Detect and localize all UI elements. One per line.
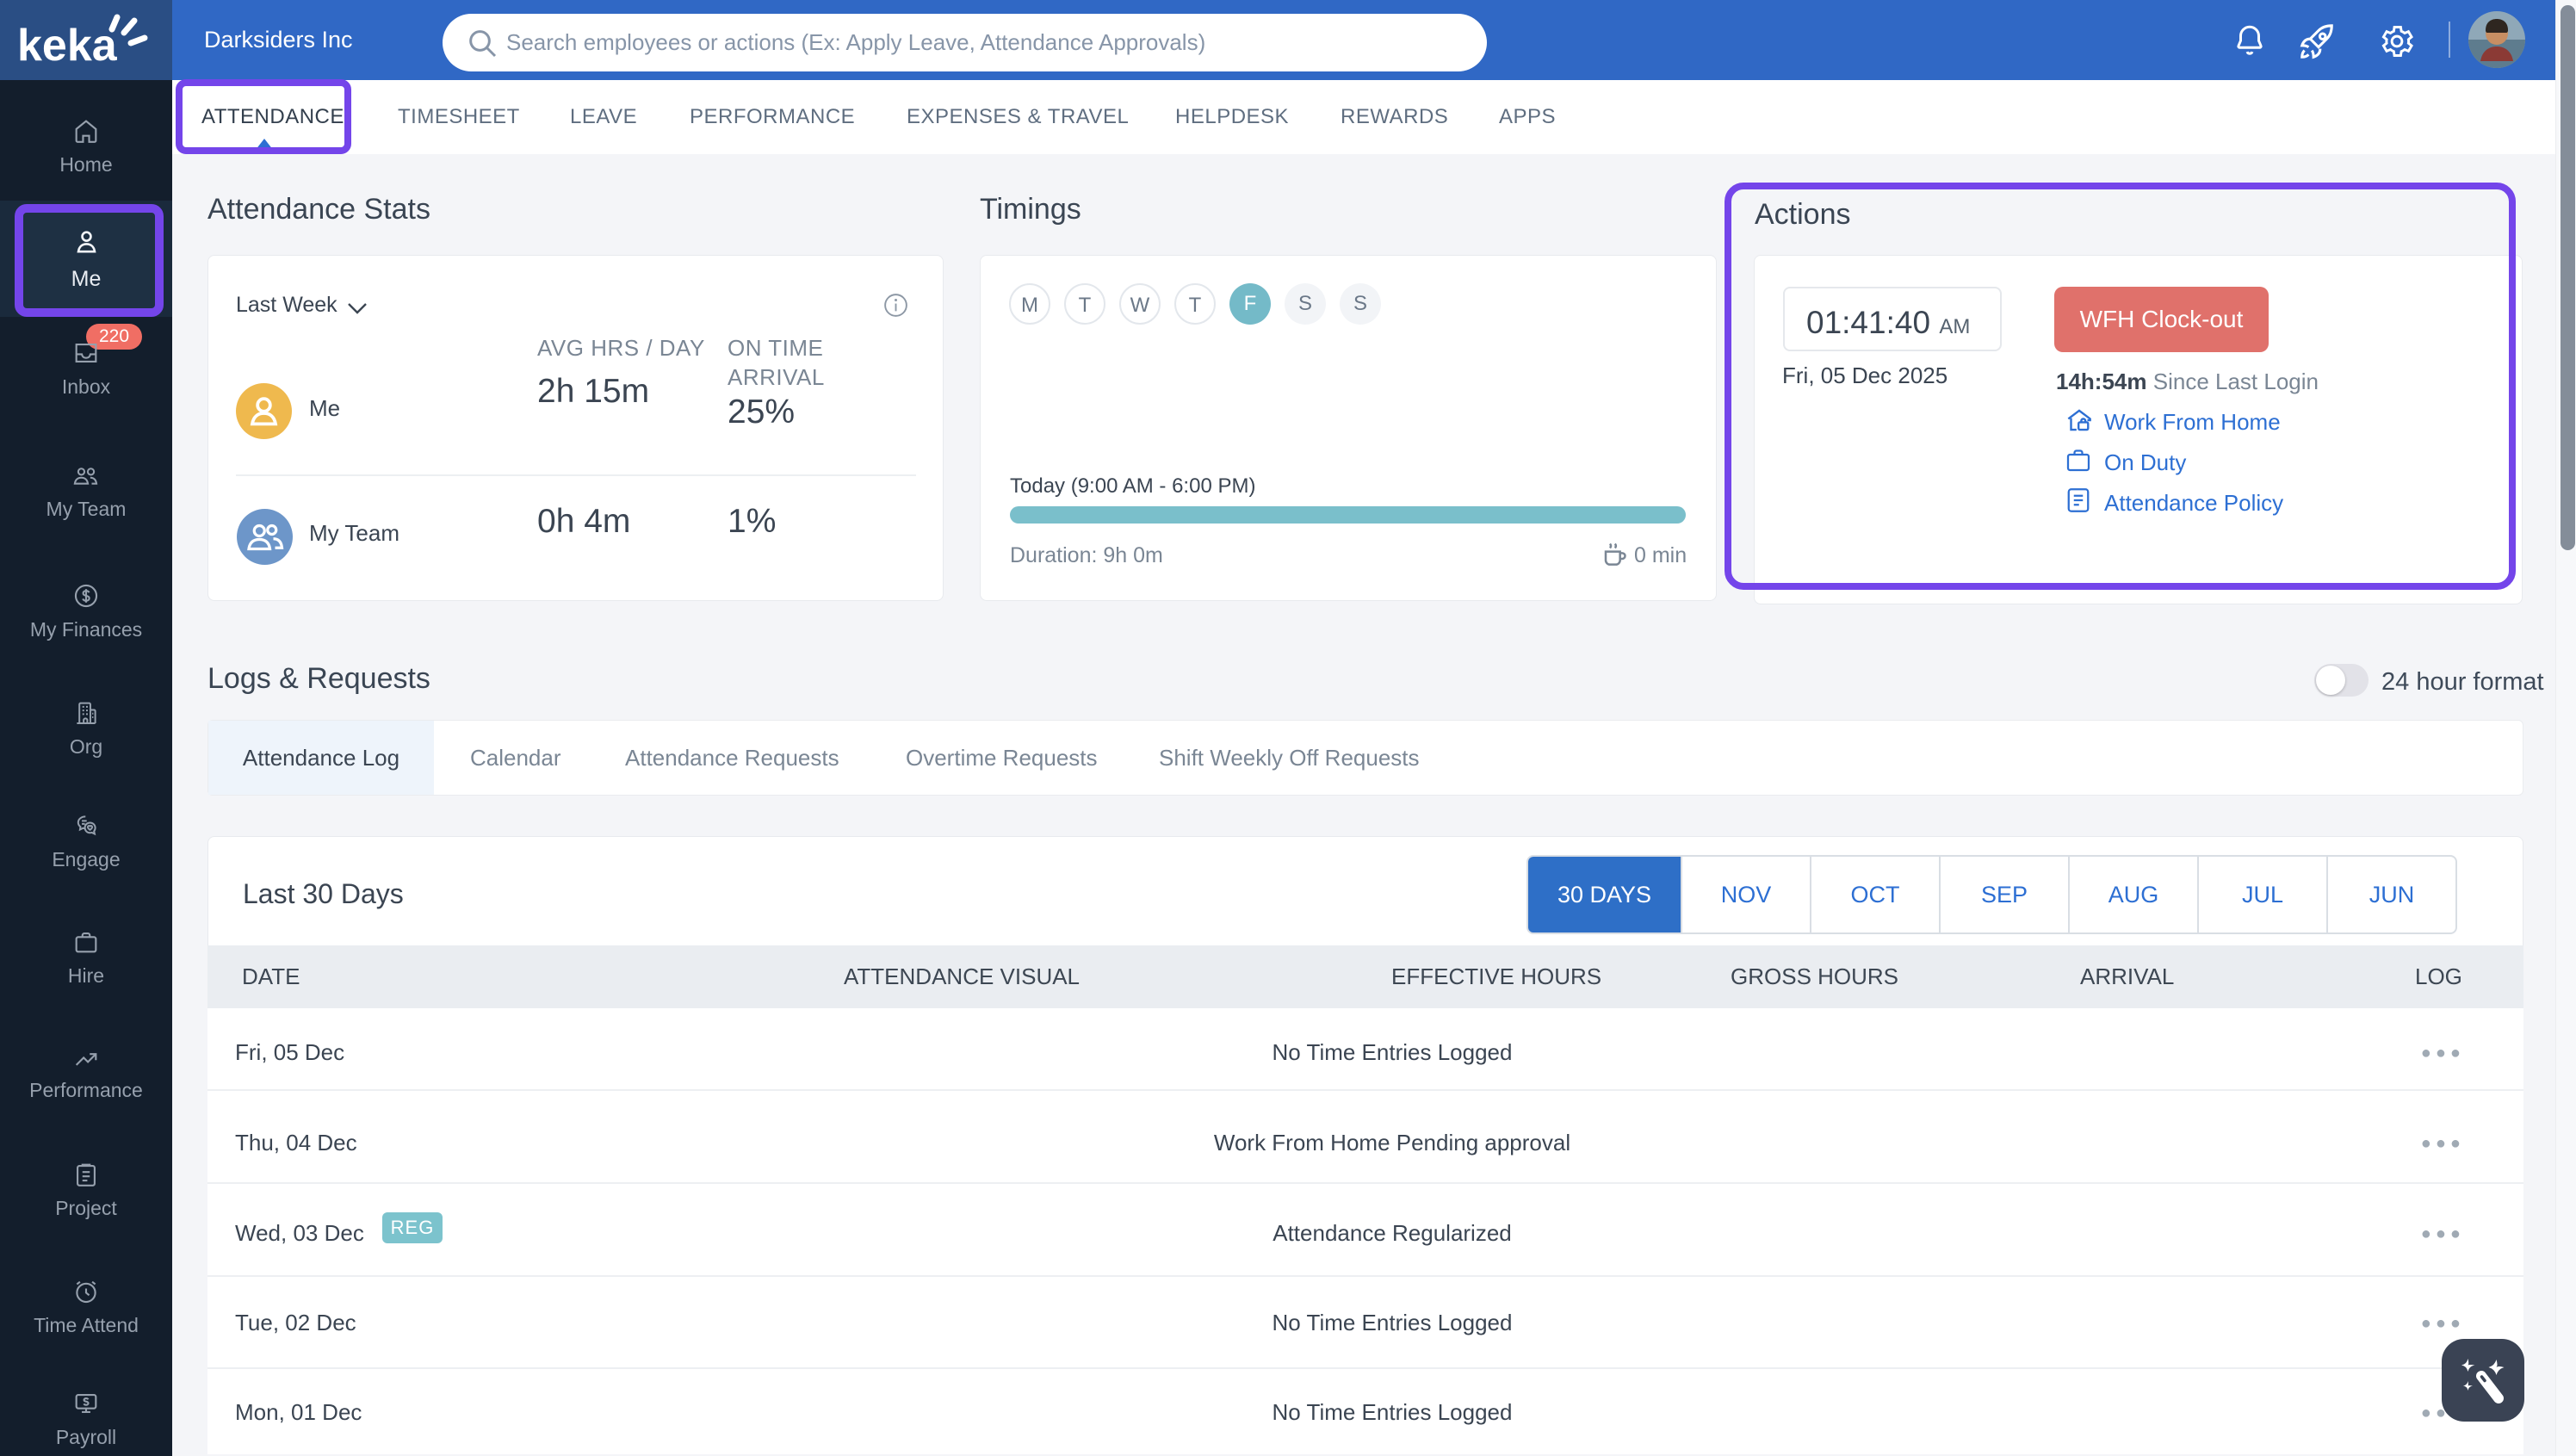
svg-text:keka: keka	[17, 21, 118, 71]
